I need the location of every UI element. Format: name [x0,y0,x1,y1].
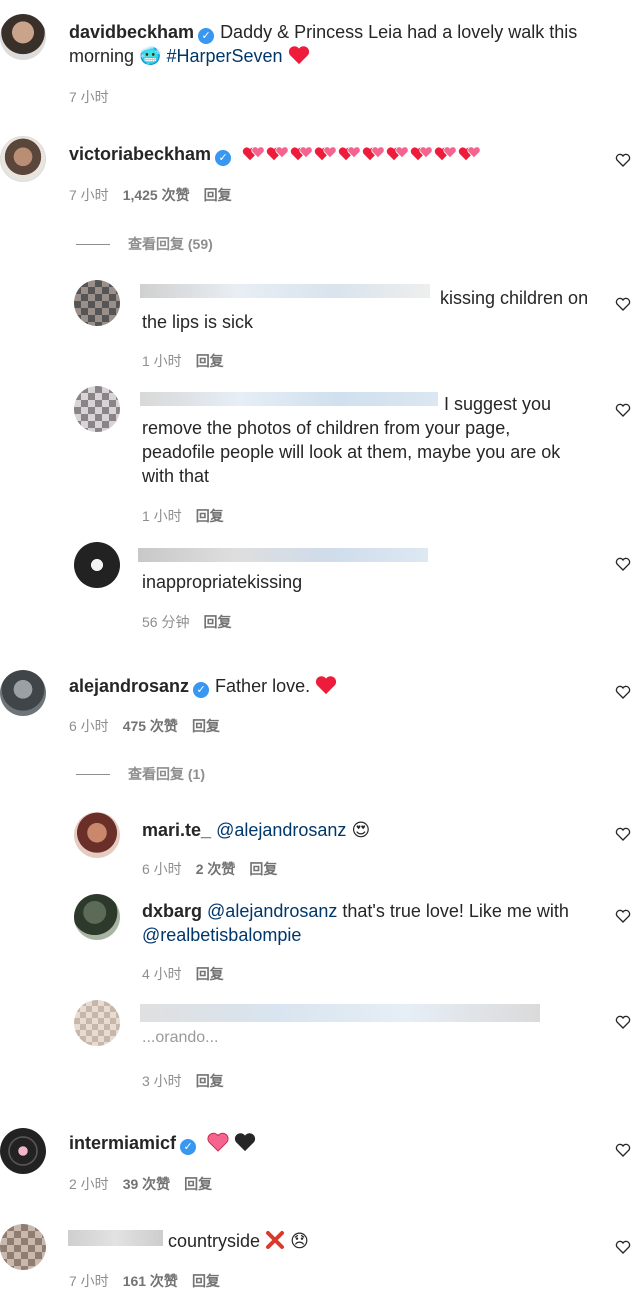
heart-icon [316,676,337,695]
timestamp: 6 小时 [142,861,182,877]
like-heart-icon[interactable] [615,402,631,418]
avatar[interactable] [0,1128,46,1174]
blurred-username [68,1230,163,1246]
cross-mark-icon [266,1231,285,1249]
timestamp: 6 小时 [69,718,109,734]
timestamp: 1 小时 [142,353,182,369]
username[interactable]: victoriabeckham [69,144,211,164]
cold-face-emoji: 🥶 [139,46,162,66]
username[interactable]: intermiamicf [69,1133,176,1153]
avatar[interactable] [0,670,46,716]
username[interactable]: mari.te_ [142,820,211,840]
avatar[interactable] [74,542,120,588]
pink-heart-icon [207,1132,229,1152]
avatar[interactable] [0,1224,46,1270]
blurred-username [140,284,430,298]
heart-icon [288,46,309,65]
timestamp: 7 小时 [69,89,109,105]
reply-button[interactable]: 回复 [192,718,220,734]
hashtag-link[interactable]: #HarperSeven [166,46,282,66]
comment-text: ...orando... [142,1029,219,1046]
blurred-username [138,548,428,562]
disappointed-emoji: 😞 [290,1231,309,1251]
comment-text: Father love. [215,676,311,696]
black-heart-icon [234,1133,256,1152]
two-hearts-icon [458,146,481,161]
two-hearts-icon [434,146,457,161]
heart-eyes-emoji: 😍 [351,820,371,840]
timestamp: 56 分钟 [142,614,190,630]
comment-text: peadofile people will look at them, mayb… [142,442,561,462]
username[interactable]: alejandrosanz [69,676,189,696]
timestamp: 7 小时 [69,187,109,203]
username[interactable]: dxbarg [142,901,202,921]
reply-button[interactable]: 回复 [196,508,224,524]
comment-text: remove the photos of children from your … [142,418,511,438]
like-count[interactable]: 1,425 次赞 [123,187,190,203]
like-heart-icon[interactable] [615,826,631,842]
view-replies-button[interactable]: 查看回复 (59) [76,234,213,254]
two-hearts-icon [290,146,313,161]
verified-icon: ✓ [193,682,210,698]
avatar[interactable] [74,280,120,326]
blurred-text [140,1004,540,1022]
view-replies-button[interactable]: 查看回复 (1) [76,764,205,784]
avatar[interactable] [0,14,46,60]
like-heart-icon[interactable] [615,296,631,312]
comment-text: countryside [168,1231,261,1251]
two-hearts-icon [266,146,289,161]
two-hearts-icon [242,146,265,161]
avatar[interactable] [74,1000,120,1046]
like-heart-icon[interactable] [615,684,631,700]
comment-text: inappropriatekissing [142,572,303,592]
verified-icon: ✓ [198,28,215,44]
comment-text: the lips is sick [142,312,254,332]
blurred-username [140,392,438,406]
reply-button[interactable]: 回复 [196,1073,224,1089]
like-heart-icon[interactable] [615,908,631,924]
avatar[interactable] [0,136,46,182]
like-count[interactable]: 2 次赞 [196,861,236,877]
reply-button[interactable]: 回复 [196,966,224,982]
comment-text: kissing children on [440,288,589,308]
timestamp: 4 小时 [142,966,182,982]
reply-button[interactable]: 回复 [184,1176,212,1192]
two-hearts-icon [362,146,385,161]
verified-icon: ✓ [180,1139,197,1155]
two-hearts-icon [314,146,337,161]
reply-button[interactable]: 回复 [204,187,232,203]
avatar[interactable] [74,386,120,432]
reply-button[interactable]: 回复 [196,353,224,369]
reply-button[interactable]: 回复 [249,861,277,877]
two-hearts-icon [410,146,433,161]
timestamp: 1 小时 [142,508,182,524]
mention-link[interactable]: @realbetisbalompie [142,925,301,945]
like-heart-icon[interactable] [615,1014,631,1030]
avatar[interactable] [74,894,120,940]
like-heart-icon[interactable] [615,1142,631,1158]
like-count[interactable]: 475 次赞 [123,718,178,734]
comment-text: that's true love! Like me with [342,901,569,921]
like-heart-icon[interactable] [615,152,631,168]
hearts-row [242,144,482,164]
two-hearts-icon [338,146,361,161]
reply-button[interactable]: 回复 [192,1273,220,1289]
like-heart-icon[interactable] [615,1239,631,1255]
like-heart-icon[interactable] [615,556,631,572]
comment-text: I suggest you [444,394,552,414]
comment-text: with that [142,466,210,486]
reply-button[interactable]: 回复 [203,614,231,630]
timestamp: 7 小时 [69,1273,109,1289]
mention-link[interactable]: @alejandrosanz [216,820,346,840]
avatar[interactable] [74,812,120,858]
verified-icon: ✓ [215,150,232,166]
two-hearts-icon [386,146,409,161]
username[interactable]: davidbeckham [69,22,194,42]
like-count[interactable]: 39 次赞 [123,1176,170,1192]
like-count[interactable]: 161 次赞 [123,1273,178,1289]
timestamp: 3 小时 [142,1073,182,1089]
timestamp: 2 小时 [69,1176,109,1192]
mention-link[interactable]: @alejandrosanz [207,901,337,921]
